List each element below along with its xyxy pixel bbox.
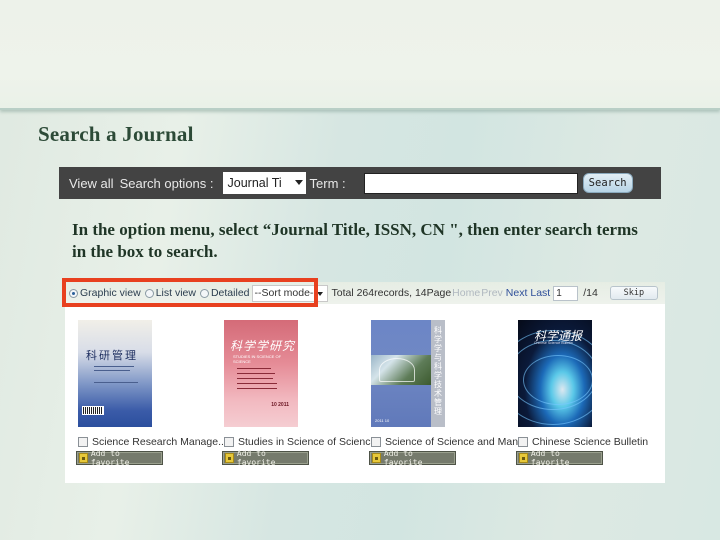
cover-issue: 2011 10 [375,418,390,423]
barcode [82,406,104,415]
journal-title-row: Chinese Science Bulletin [518,436,648,448]
journal-card: 科学通报 Chinese Science Bulletin Chinese Sc… [516,320,658,467]
cover-text-line [94,382,138,383]
cover-text-line [237,373,275,374]
cover-title: 科学学与科学技术管理 [434,326,442,416]
journal-title[interactable]: Science Research Manage... [92,436,227,448]
home-page-link[interactable]: Home [452,287,480,299]
journal-title-row: Science Research Manage... [78,436,227,448]
add-to-favorite-label: Add to favorite [90,449,130,467]
cover-text-line [94,366,134,367]
journal-checkbox[interactable] [78,437,88,447]
total-records-text: Total 264records, 14Page [331,287,452,299]
journal-cover-image[interactable]: 科学学研究 STUDIES IN SCIENCE OF SCIENCE 10 2… [224,320,298,427]
add-to-favorite-label: Add to favorite [383,449,423,467]
journal-title[interactable]: Studies in Science of Science [238,436,376,448]
chevron-down-icon [294,180,303,185]
cover-text-line [94,370,130,371]
journal-card: 科学学与科学技术管理 2011 10 Science of Science an… [369,320,527,467]
page-number-input[interactable]: 1 [553,285,579,301]
add-to-favorite-button[interactable]: Add to favorite [76,449,163,467]
next-page-link[interactable]: Next [506,287,528,299]
journal-checkbox[interactable] [518,437,528,447]
search-option-select[interactable]: Journal Ti [222,172,306,194]
journal-checkbox[interactable] [224,437,234,447]
search-options-label: Search options : [119,175,214,191]
journal-card: 科研管理 Science Research Manage... Add to f… [76,320,227,467]
skip-button[interactable]: Skip [609,286,658,300]
add-to-favorite-label: Add to favorite [236,449,276,467]
view-all-link[interactable]: View all [69,176,114,191]
add-to-favorite-button[interactable]: Add to favorite [222,449,309,467]
favorite-icon [519,453,528,463]
cover-issue: 10 2011 [271,402,289,408]
prev-page-link[interactable]: Prev [481,287,503,299]
journal-title-row: Studies in Science of Science [224,436,376,448]
term-input[interactable] [363,172,578,194]
instruction-text: In the option menu, select “Journal Titl… [72,220,638,261]
slide-header-band [0,0,720,110]
favorite-icon [225,453,234,463]
journal-title[interactable]: Chinese Science Bulletin [532,436,648,448]
journal-title-row: Science of Science and Man... [371,436,527,448]
term-label: Term : [309,175,346,191]
journal-search-bar: View all Search options : Journal Ti Ter… [59,167,661,199]
cover-text-line [237,388,277,389]
last-page-link[interactable]: Last [530,287,550,299]
add-to-favorite-button[interactable]: Add to favorite [516,449,603,467]
journal-card: 科学学研究 STUDIES IN SCIENCE OF SCIENCE 10 2… [222,320,376,467]
cover-subtitle: Chinese Science Bulletin [534,341,573,345]
slide-title: Search a Journal [38,122,194,146]
search-button[interactable]: Search [582,173,633,193]
cover-text-line [237,383,277,384]
journal-cover-image[interactable]: 科研管理 [78,320,152,427]
cover-text-line [237,368,271,369]
page-total-text: /14 [583,287,598,299]
cover-title: 科学学研究 [230,339,296,353]
cover-title: 科研管理 [86,349,138,362]
add-to-favorite-label: Add to favorite [530,449,570,467]
favorite-icon [79,453,88,463]
search-option-value: Journal Ti [227,176,282,190]
cover-text-line [237,378,273,379]
journal-cover-image[interactable]: 科学学与科学技术管理 2011 10 [371,320,445,427]
add-to-favorite-button[interactable]: Add to favorite [369,449,456,467]
journal-title[interactable]: Science of Science and Man... [385,436,527,448]
cover-photo-building [379,358,415,382]
journal-checkbox[interactable] [371,437,381,447]
cover-subtitle: STUDIES IN SCIENCE OF SCIENCE [233,354,282,364]
favorite-icon [372,453,381,463]
highlight-annotation-box [62,278,318,307]
journal-cover-image[interactable]: 科学通报 Chinese Science Bulletin [518,320,592,427]
